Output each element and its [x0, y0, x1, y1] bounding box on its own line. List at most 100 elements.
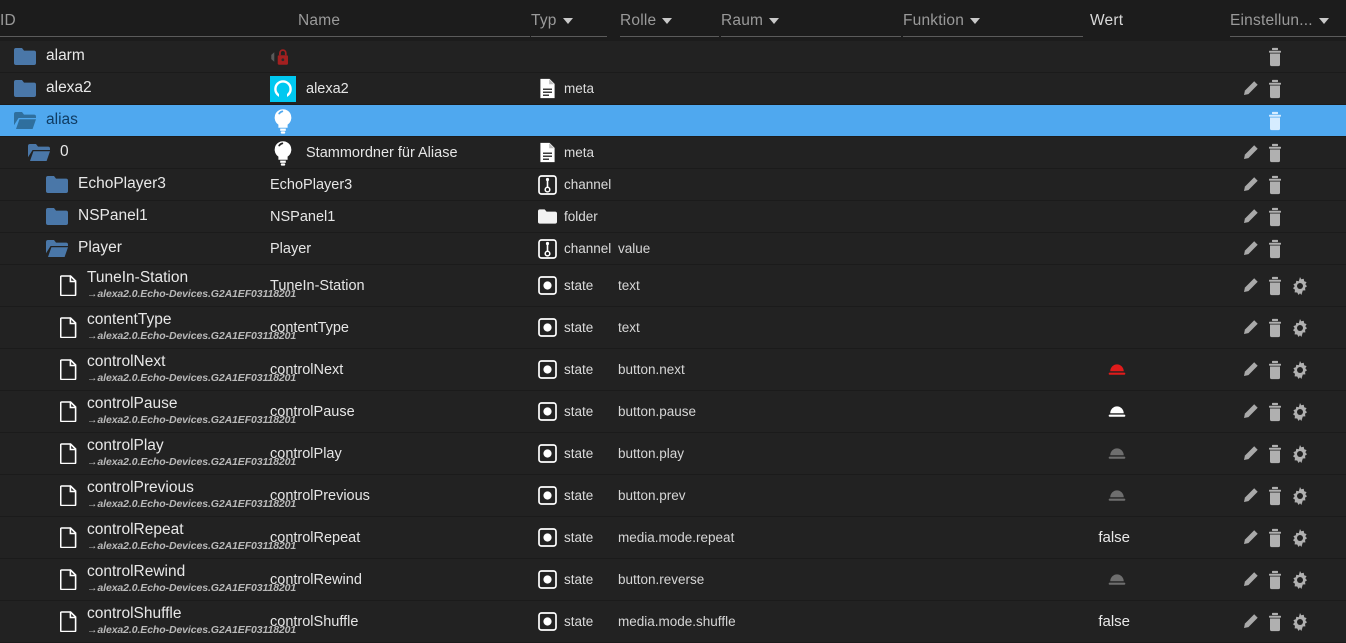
cell-id[interactable]: alexa2 [0, 73, 300, 104]
cell-value[interactable] [1000, 433, 1165, 474]
table-row[interactable]: NSPanel1 NSPanel1 folder [0, 201, 1346, 233]
cell-type[interactable] [538, 105, 618, 136]
cell-id[interactable]: 0 [0, 137, 300, 168]
cell-value[interactable] [1000, 41, 1165, 72]
delete-icon[interactable] [1267, 318, 1283, 337]
table-row[interactable]: Player Player channel value [0, 233, 1346, 265]
delete-icon[interactable] [1267, 207, 1283, 226]
settings-gear-icon[interactable] [1291, 612, 1309, 631]
cell-name[interactable] [270, 105, 520, 136]
button-icon-white[interactable] [1104, 404, 1130, 420]
cell-name[interactable]: controlRewind [270, 559, 520, 600]
settings-gear-icon[interactable] [1291, 444, 1309, 463]
cell-name[interactable]: controlPrevious [270, 475, 520, 516]
delete-icon[interactable] [1267, 612, 1283, 631]
delete-icon[interactable] [1267, 402, 1283, 421]
delete-icon[interactable] [1267, 79, 1283, 98]
table-row[interactable]: controlPlay →alexa2.0.Echo-Devices.G2A1EF… [0, 433, 1346, 475]
chevron-down-icon[interactable] [562, 17, 573, 24]
cell-id[interactable]: controlShuffle →alexa2.0.Echo-Devices.G2A… [0, 601, 300, 642]
settings-gear-icon[interactable] [1291, 360, 1309, 379]
cell-name[interactable]: Player [270, 233, 520, 264]
cell-value[interactable] [1000, 201, 1165, 232]
cell-type[interactable]: state [538, 391, 618, 432]
cell-type[interactable]: state [538, 433, 618, 474]
cell-name[interactable]: EchoPlayer3 [270, 169, 520, 200]
edit-icon[interactable] [1241, 571, 1259, 589]
cell-id[interactable]: controlPlay →alexa2.0.Echo-Devices.G2A1EF… [0, 433, 300, 474]
edit-icon[interactable] [1241, 403, 1259, 421]
chevron-down-icon[interactable] [769, 17, 780, 24]
cell-value[interactable] [1000, 559, 1165, 600]
table-row[interactable]: controlShuffle →alexa2.0.Echo-Devices.G2A… [0, 601, 1346, 643]
cell-role[interactable]: button.pause [618, 391, 918, 432]
edit-icon[interactable] [1241, 277, 1259, 295]
edit-icon[interactable] [1241, 487, 1259, 505]
cell-value[interactable] [1000, 265, 1165, 306]
cell-role[interactable]: media.mode.shuffle [618, 601, 918, 642]
cell-id[interactable]: TuneIn-Station →alexa2.0.Echo-Devices.G2A… [0, 265, 300, 306]
cell-value[interactable]: false [1000, 601, 1165, 642]
column-header-id[interactable]: ID [0, 0, 300, 41]
button-icon-gray[interactable] [1104, 446, 1130, 462]
cell-type[interactable] [538, 41, 618, 72]
edit-icon[interactable] [1241, 208, 1259, 226]
cell-id[interactable]: alias [0, 105, 300, 136]
table-row[interactable]: alarm [0, 41, 1346, 73]
cell-role[interactable]: text [618, 307, 918, 348]
edit-icon[interactable] [1241, 80, 1259, 98]
cell-id[interactable]: controlPrevious →alexa2.0.Echo-Devices.G2… [0, 475, 300, 516]
settings-gear-icon[interactable] [1291, 528, 1309, 547]
table-row[interactable]: controlPrevious →alexa2.0.Echo-Devices.G2… [0, 475, 1346, 517]
table-row[interactable]: controlRepeat →alexa2.0.Echo-Devices.G2A1… [0, 517, 1346, 559]
delete-icon[interactable] [1267, 111, 1283, 130]
cell-id[interactable]: contentType →alexa2.0.Echo-Devices.G2A1EF… [0, 307, 300, 348]
cell-role[interactable] [618, 73, 918, 104]
cell-role[interactable]: media.mode.repeat [618, 517, 918, 558]
settings-gear-icon[interactable] [1291, 570, 1309, 589]
button-icon-gray[interactable] [1104, 488, 1130, 504]
cell-type[interactable]: state [538, 349, 618, 390]
cell-value[interactable] [1000, 475, 1165, 516]
chevron-down-icon[interactable] [662, 17, 673, 24]
button-icon-red[interactable] [1104, 362, 1130, 378]
cell-type[interactable]: meta [538, 73, 618, 104]
cell-value[interactable] [1000, 105, 1165, 136]
cell-name[interactable]: controlPause [270, 391, 520, 432]
delete-icon[interactable] [1267, 528, 1283, 547]
settings-gear-icon[interactable] [1291, 402, 1309, 421]
cell-value[interactable] [1000, 391, 1165, 432]
cell-name[interactable] [270, 41, 520, 72]
delete-icon[interactable] [1267, 486, 1283, 505]
table-row[interactable]: EchoPlayer3 EchoPlayer3 channel [0, 169, 1346, 201]
cell-role[interactable]: button.reverse [618, 559, 918, 600]
cell-value[interactable] [1000, 73, 1165, 104]
cell-role[interactable] [618, 137, 918, 168]
cell-role[interactable]: button.prev [618, 475, 918, 516]
delete-icon[interactable] [1267, 276, 1283, 295]
table-row[interactable]: alexa2 alexa2 meta [0, 73, 1346, 105]
column-header-einstellun[interactable]: Einstellun... [1230, 0, 1346, 41]
cell-id[interactable]: Player [0, 233, 300, 264]
cell-type[interactable]: folder [538, 201, 618, 232]
cell-type[interactable]: channel [538, 233, 618, 264]
cell-value[interactable] [1000, 307, 1165, 348]
settings-gear-icon[interactable] [1291, 486, 1309, 505]
delete-icon[interactable] [1267, 570, 1283, 589]
edit-icon[interactable] [1241, 240, 1259, 258]
cell-value[interactable] [1000, 169, 1165, 200]
cell-id[interactable]: controlPause →alexa2.0.Echo-Devices.G2A1E… [0, 391, 300, 432]
edit-icon[interactable] [1241, 529, 1259, 547]
cell-role[interactable]: text [618, 265, 918, 306]
column-header-name[interactable]: Name [298, 0, 530, 41]
cell-name[interactable]: Stammordner für Aliase [270, 137, 520, 168]
cell-name[interactable]: controlNext [270, 349, 520, 390]
cell-type[interactable]: state [538, 601, 618, 642]
cell-role[interactable]: value [618, 233, 918, 264]
chevron-down-icon[interactable] [1318, 17, 1329, 24]
column-header-raum[interactable]: Raum [721, 0, 901, 41]
delete-icon[interactable] [1267, 47, 1283, 66]
edit-icon[interactable] [1241, 445, 1259, 463]
column-header-rolle[interactable]: Rolle [620, 0, 719, 41]
cell-type[interactable]: state [538, 265, 618, 306]
